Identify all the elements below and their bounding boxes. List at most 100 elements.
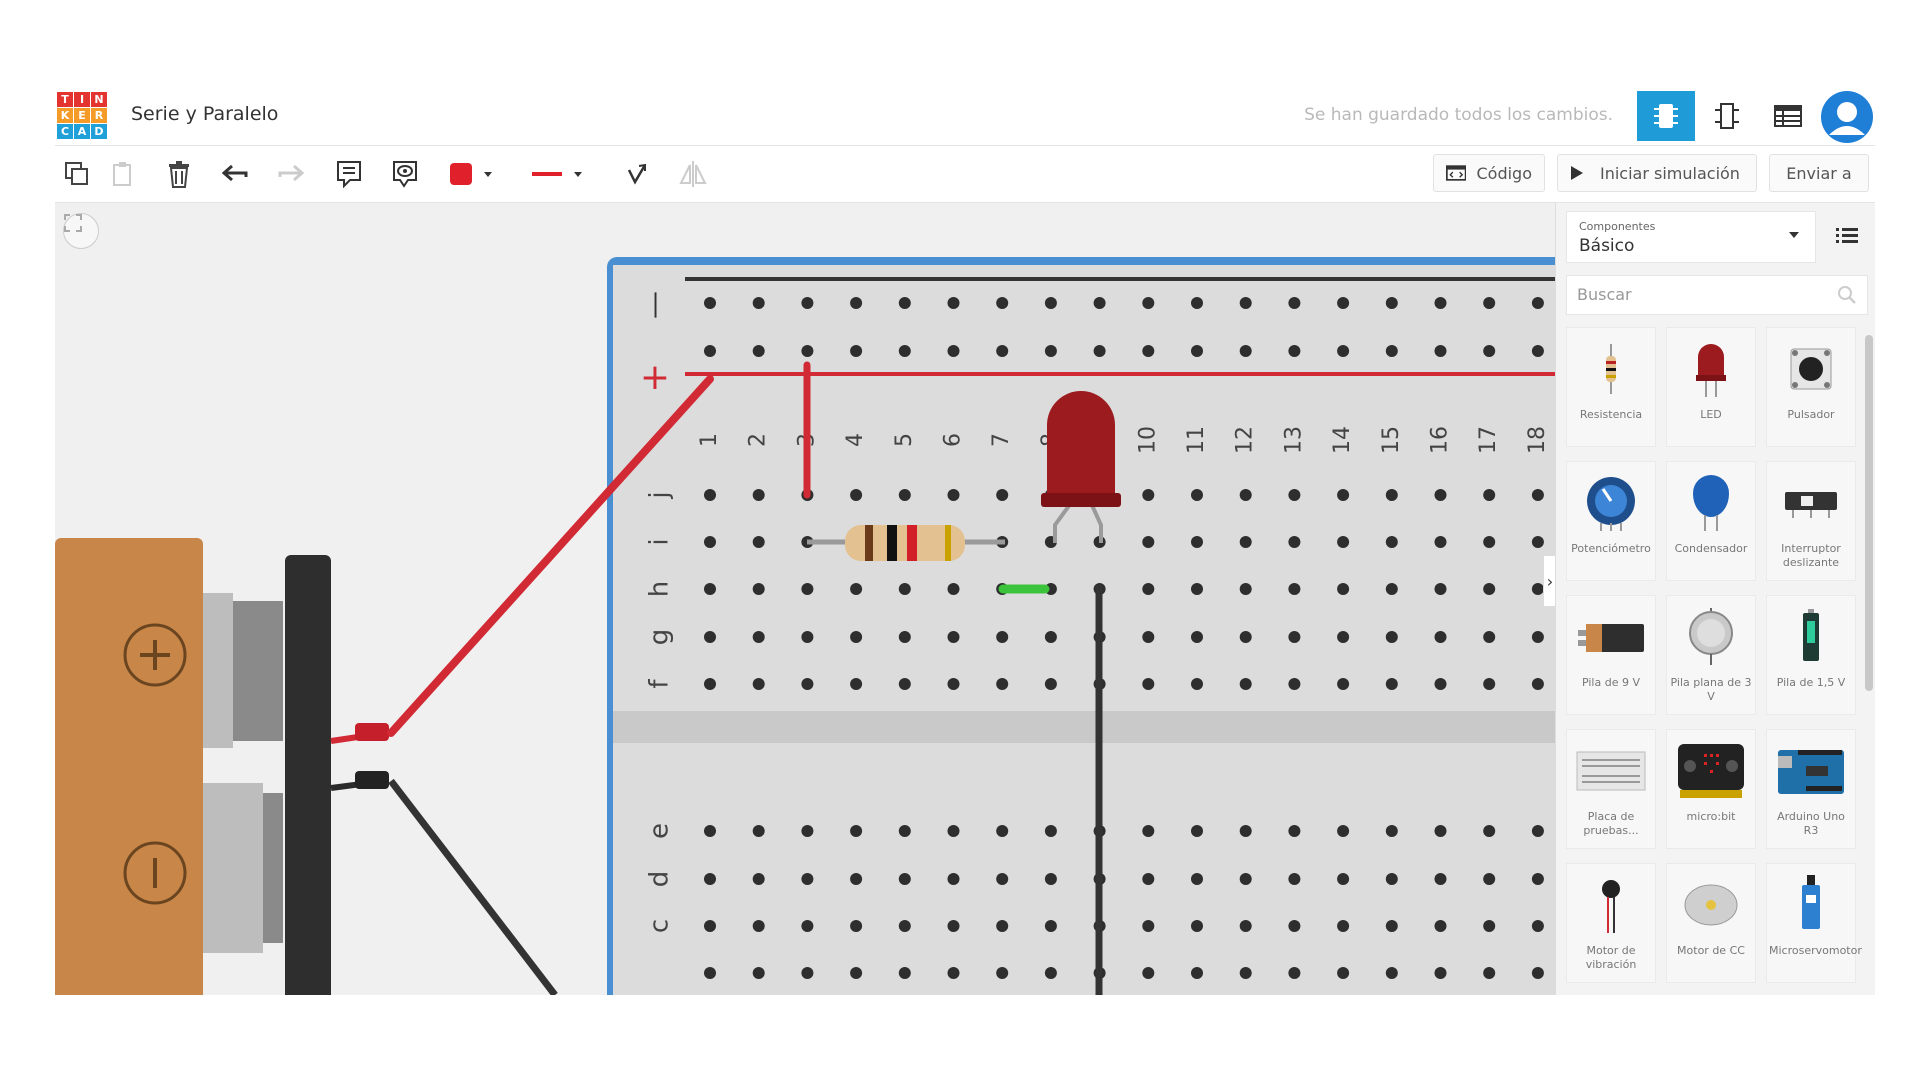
breadboard-hole[interactable] <box>850 920 863 932</box>
breadboard-hole[interactable] <box>801 583 814 595</box>
breadboard-hole[interactable] <box>801 678 814 690</box>
breadboard-hole[interactable] <box>898 873 911 885</box>
breadboard-hole[interactable] <box>1239 920 1252 932</box>
breadboard-hole[interactable] <box>801 920 814 932</box>
breadboard-hole[interactable] <box>1288 825 1301 837</box>
breadboard-hole[interactable] <box>1142 678 1155 690</box>
breadboard-hole[interactable] <box>1142 536 1155 548</box>
breadboard-hole[interactable] <box>850 489 863 501</box>
breadboard-hole[interactable] <box>704 920 716 932</box>
breadboard-hole[interactable] <box>1385 631 1398 643</box>
rotate-button[interactable] <box>617 154 657 194</box>
breadboard-hole[interactable] <box>947 825 960 837</box>
code-button[interactable]: Código <box>1433 154 1545 192</box>
breadboard-hole[interactable] <box>704 873 716 885</box>
search-icon[interactable] <box>1837 285 1857 305</box>
breadboard-hole[interactable] <box>1239 678 1252 690</box>
breadboard-hole[interactable] <box>1044 920 1057 932</box>
breadboard-hole[interactable] <box>1142 583 1155 595</box>
breadboard-hole[interactable] <box>1288 967 1301 979</box>
breadboard-hole[interactable] <box>1483 825 1496 837</box>
breadboard-hole[interactable] <box>1191 536 1203 548</box>
breadboard-hole[interactable] <box>1531 873 1544 885</box>
breadboard-hole[interactable] <box>1191 825 1203 837</box>
breadboard-hole[interactable] <box>1142 489 1155 501</box>
breadboard-hole[interactable] <box>1337 678 1350 690</box>
breadboard-hole[interactable] <box>1239 967 1252 979</box>
breadboard-hole[interactable] <box>752 678 765 690</box>
breadboard-hole[interactable] <box>1337 967 1350 979</box>
notes-visibility-button[interactable] <box>385 154 425 194</box>
breadboard-hole[interactable] <box>1531 345 1544 357</box>
breadboard-hole[interactable] <box>704 297 716 309</box>
breadboard-hole[interactable] <box>1191 873 1203 885</box>
breadboard-hole[interactable] <box>996 345 1009 357</box>
breadboard-hole[interactable] <box>1142 297 1155 309</box>
breadboard-hole[interactable] <box>1142 920 1155 932</box>
breadboard-hole[interactable] <box>1288 631 1301 643</box>
breadboard-hole[interactable] <box>898 631 911 643</box>
breadboard-hole[interactable] <box>898 920 911 932</box>
breadboard-hole[interactable] <box>1239 345 1252 357</box>
breadboard-hole[interactable] <box>1337 536 1350 548</box>
breadboard-hole[interactable] <box>996 967 1009 979</box>
breadboard-hole[interactable] <box>898 297 911 309</box>
breadboard-hole[interactable] <box>1483 583 1496 595</box>
breadboard-hole[interactable] <box>1044 825 1057 837</box>
breadboard-hole[interactable] <box>801 297 814 309</box>
breadboard-hole[interactable] <box>1239 583 1252 595</box>
breadboard-hole[interactable] <box>1483 967 1496 979</box>
breadboard-hole[interactable] <box>1142 967 1155 979</box>
breadboard-hole[interactable] <box>898 489 911 501</box>
breadboard-hole[interactable] <box>1337 920 1350 932</box>
breadboard-hole[interactable] <box>752 536 765 548</box>
breadboard-hole[interactable] <box>704 583 716 595</box>
send-to-button[interactable]: Enviar a <box>1769 154 1869 192</box>
breadboard-hole[interactable] <box>1093 297 1106 309</box>
breadboard-hole[interactable] <box>996 631 1009 643</box>
breadboard-hole[interactable] <box>1288 873 1301 885</box>
circuit-view-button[interactable] <box>1637 91 1695 141</box>
breadboard-hole[interactable] <box>801 345 814 357</box>
breadboard-hole[interactable] <box>1093 345 1106 357</box>
breadboard-hole[interactable] <box>801 873 814 885</box>
breadboard-hole[interactable] <box>1483 297 1496 309</box>
breadboard-hole[interactable] <box>947 583 960 595</box>
components-category-select[interactable]: Componentes Básico <box>1566 211 1816 263</box>
breadboard-hole[interactable] <box>1337 297 1350 309</box>
breadboard-hole[interactable] <box>1531 297 1544 309</box>
breadboard-hole[interactable] <box>1044 967 1057 979</box>
component-tile[interactable]: Interruptor deslizante <box>1766 461 1856 581</box>
breadboard-hole[interactable] <box>1239 825 1252 837</box>
component-tile[interactable]: Placa de pruebas... <box>1566 729 1656 849</box>
breadboard-hole[interactable] <box>898 825 911 837</box>
breadboard-hole[interactable] <box>752 297 765 309</box>
breadboard-hole[interactable] <box>1288 297 1301 309</box>
breadboard-hole[interactable] <box>704 489 716 501</box>
breadboard-hole[interactable] <box>947 678 960 690</box>
breadboard-hole[interactable] <box>1483 345 1496 357</box>
flip-button[interactable] <box>673 154 713 194</box>
start-simulation-button[interactable]: Iniciar simulación <box>1557 154 1757 192</box>
breadboard-hole[interactable] <box>1044 678 1057 690</box>
list-view-toggle[interactable] <box>1832 221 1862 251</box>
breadboard-hole[interactable] <box>704 967 716 979</box>
component-tile[interactable]: Pulsador <box>1766 327 1856 447</box>
breadboard-hole[interactable] <box>898 967 911 979</box>
breadboard-hole[interactable] <box>752 920 765 932</box>
breadboard-hole[interactable] <box>1434 631 1447 643</box>
breadboard-hole[interactable] <box>752 489 765 501</box>
breadboard-hole[interactable] <box>1385 297 1398 309</box>
breadboard-hole[interactable] <box>850 678 863 690</box>
breadboard-hole[interactable] <box>801 967 814 979</box>
breadboard-hole[interactable] <box>1531 920 1544 932</box>
breadboard-hole[interactable] <box>1531 489 1544 501</box>
wire-type-picker[interactable] <box>525 154 589 194</box>
breadboard-hole[interactable] <box>850 967 863 979</box>
component-tile[interactable]: Pila de 9 V <box>1566 595 1656 715</box>
breadboard-hole[interactable] <box>1385 536 1398 548</box>
breadboard-hole[interactable] <box>1531 631 1544 643</box>
circuit-canvas[interactable]: 123456789101112131415161718jihgfedc—+ <box>55 203 1555 995</box>
breadboard-hole[interactable] <box>1385 873 1398 885</box>
breadboard-hole[interactable] <box>1483 489 1496 501</box>
